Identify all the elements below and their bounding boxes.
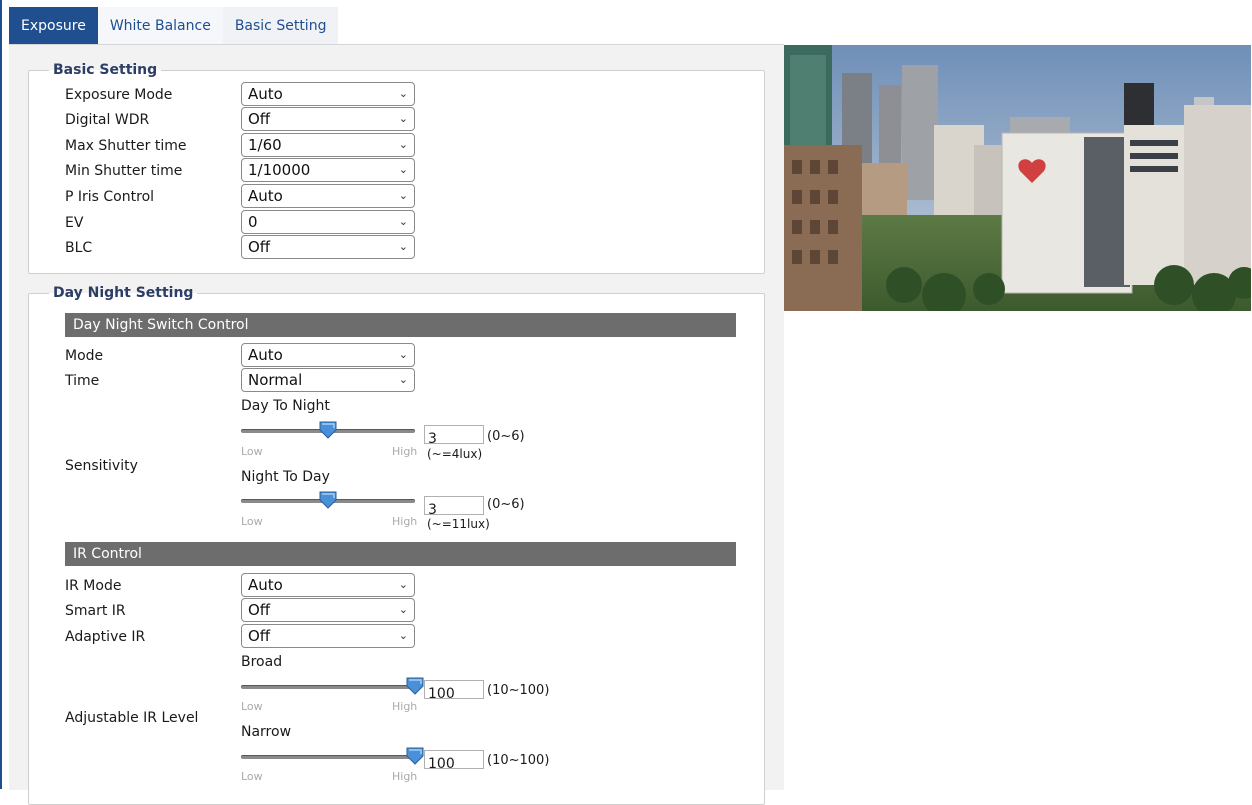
adaptive-ir-label: Adaptive IR: [65, 629, 146, 645]
smart-ir-select[interactable]: Off ⌄: [241, 598, 415, 622]
chevron-down-icon: ⌄: [398, 603, 408, 616]
chevron-down-icon: ⌄: [398, 87, 408, 100]
blc-label: BLC: [65, 240, 93, 256]
chevron-down-icon: ⌄: [398, 373, 408, 386]
chevron-down-icon: ⌄: [398, 163, 408, 176]
max-shutter-label: Max Shutter time: [65, 138, 187, 154]
narrow-value: 100: [428, 756, 455, 772]
ir-control-header: IR Control: [65, 542, 736, 566]
narrow-low-label: Low: [241, 770, 263, 783]
day-night-switch-header: Day Night Switch Control: [65, 313, 736, 337]
night-to-day-value-input[interactable]: 3: [424, 496, 484, 518]
narrow-range: (10~100): [487, 753, 550, 768]
day-to-night-title: Day To Night: [241, 398, 330, 414]
night-to-day-title: Night To Day: [241, 469, 330, 485]
digital-wdr-label: Digital WDR: [65, 112, 150, 128]
narrow-slider-track[interactable]: [241, 755, 415, 759]
narrow-title: Narrow: [241, 724, 292, 740]
chevron-down-icon: ⌄: [398, 578, 408, 591]
day-night-setting-legend: Day Night Setting: [53, 285, 194, 301]
night-to-day-slider-thumb[interactable]: [319, 491, 337, 509]
max-shutter-value: 1/60: [248, 136, 282, 154]
day-to-night-range: (0~6): [487, 429, 525, 444]
tab-bar: Exposure White Balance Basic Setting: [9, 7, 339, 45]
night-to-day-lux: (~=11lux): [427, 517, 490, 531]
chevron-down-icon: ⌄: [398, 348, 408, 361]
broad-range: (10~100): [487, 683, 550, 698]
time-select[interactable]: Normal ⌄: [241, 368, 415, 392]
p-iris-control-select[interactable]: Auto ⌄: [241, 184, 415, 208]
digital-wdr-value: Off: [248, 110, 271, 128]
mode-value: Auto: [248, 346, 283, 364]
chevron-down-icon: ⌄: [398, 189, 408, 202]
broad-value: 100: [428, 686, 455, 702]
camera-preview-image: [784, 45, 1251, 311]
tab-white-balance[interactable]: White Balance: [97, 7, 223, 45]
p-iris-control-value: Auto: [248, 187, 283, 205]
settings-panel: Basic Setting Exposure Mode Auto ⌄ Digita…: [9, 44, 784, 805]
ir-mode-select[interactable]: Auto ⌄: [241, 573, 415, 597]
broad-slider-track[interactable]: [241, 685, 415, 689]
broad-slider-thumb[interactable]: [406, 677, 424, 695]
ev-value: 0: [248, 213, 258, 231]
adaptive-ir-value: Off: [248, 627, 271, 645]
blc-select[interactable]: Off ⌄: [241, 235, 415, 259]
narrow-value-input[interactable]: 100: [424, 750, 484, 772]
ev-label: EV: [65, 215, 84, 231]
day-to-night-low-label: Low: [241, 445, 263, 458]
digital-wdr-select[interactable]: Off ⌄: [241, 107, 415, 131]
narrow-slider-thumb[interactable]: [406, 747, 424, 765]
mode-label: Mode: [65, 348, 104, 364]
ev-select[interactable]: 0 ⌄: [241, 210, 415, 234]
max-shutter-select[interactable]: 1/60 ⌄: [241, 133, 415, 157]
adaptive-ir-select[interactable]: Off ⌄: [241, 624, 415, 648]
day-to-night-value: 3: [428, 431, 437, 447]
chevron-down-icon: ⌄: [398, 112, 408, 125]
chevron-down-icon: ⌄: [398, 138, 408, 151]
chevron-down-icon: ⌄: [398, 629, 408, 642]
min-shutter-select[interactable]: 1/10000 ⌄: [241, 158, 415, 182]
broad-high-label: High: [392, 700, 418, 713]
night-to-day-value: 3: [428, 502, 437, 518]
night-to-day-high-label: High: [392, 515, 418, 528]
broad-title: Broad: [241, 654, 283, 670]
sensitivity-label: Sensitivity: [65, 458, 138, 474]
blc-value: Off: [248, 238, 271, 256]
exposure-mode-select[interactable]: Auto ⌄: [241, 82, 415, 106]
exposure-mode-value: Auto: [248, 85, 283, 103]
tab-exposure[interactable]: Exposure: [9, 7, 98, 45]
chevron-down-icon: ⌄: [398, 215, 408, 228]
ir-mode-value: Auto: [248, 576, 283, 594]
adjustable-ir-level-label: Adjustable IR Level: [65, 710, 199, 726]
time-value: Normal: [248, 371, 303, 389]
city-skyline-illustration: [784, 45, 1251, 311]
day-to-night-slider-thumb[interactable]: [319, 421, 337, 439]
tab-basic-setting[interactable]: Basic Setting: [222, 7, 339, 45]
night-to-day-low-label: Low: [241, 515, 263, 528]
mode-select[interactable]: Auto ⌄: [241, 343, 415, 367]
min-shutter-value: 1/10000: [248, 161, 311, 179]
smart-ir-value: Off: [248, 601, 271, 619]
day-to-night-lux: (~=4lux): [427, 447, 483, 461]
day-to-night-value-input[interactable]: 3: [424, 425, 484, 447]
smart-ir-label: Smart IR: [65, 603, 126, 619]
min-shutter-label: Min Shutter time: [65, 163, 183, 179]
narrow-high-label: High: [392, 770, 418, 783]
chevron-down-icon: ⌄: [398, 240, 408, 253]
p-iris-control-label: P Iris Control: [65, 189, 155, 205]
basic-setting-legend: Basic Setting: [53, 62, 158, 78]
broad-value-input[interactable]: 100: [424, 680, 484, 702]
exposure-mode-label: Exposure Mode: [65, 87, 173, 103]
broad-low-label: Low: [241, 700, 263, 713]
window-left-edge: [0, 0, 2, 789]
night-to-day-range: (0~6): [487, 497, 525, 512]
ir-mode-label: IR Mode: [65, 578, 122, 594]
time-label: Time: [65, 373, 100, 389]
day-to-night-high-label: High: [392, 445, 418, 458]
